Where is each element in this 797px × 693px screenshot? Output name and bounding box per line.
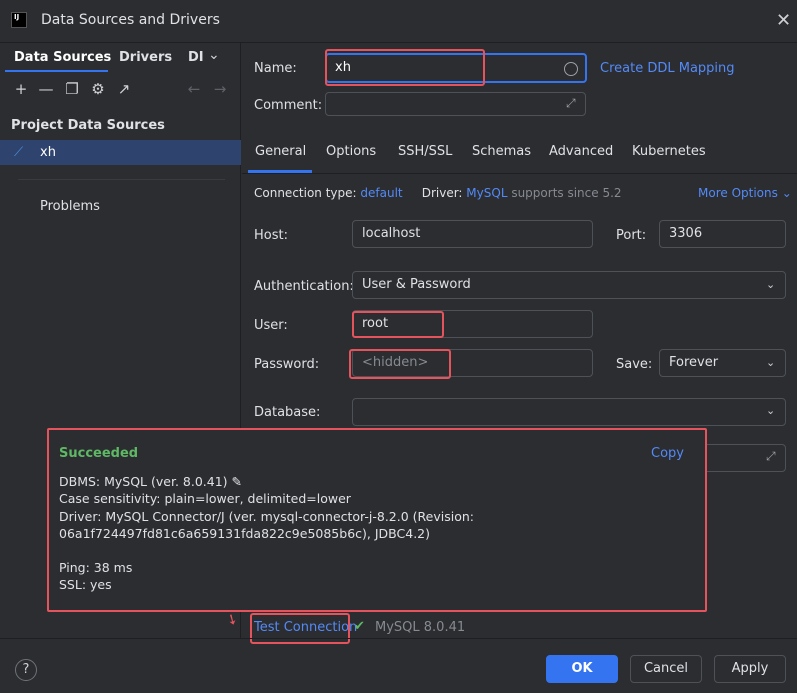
popup-status: Succeeded (59, 446, 139, 461)
color-circle-icon[interactable] (564, 62, 578, 76)
database-select[interactable] (352, 398, 786, 426)
chevron-down-icon[interactable]: ⌄ (208, 47, 220, 63)
save-label: Save: (616, 357, 653, 372)
window-title: Data Sources and Drivers (41, 12, 220, 28)
popup-line-dbms-text: DBMS: MySQL (ver. 8.0.41) (59, 474, 228, 489)
tab-truncated[interactable]: DI (188, 50, 204, 65)
popup-line-ping: Ping: 38 ms (59, 560, 133, 575)
active-tab-indicator (5, 70, 108, 72)
driver-label: Driver: (421, 186, 463, 200)
expand-icon[interactable]: ⤢ (566, 96, 576, 111)
more-options-label[interactable]: More Options (698, 186, 778, 200)
test-result-text: MySQL 8.0.41 (375, 620, 466, 635)
tab-schemas[interactable]: Schemas (472, 144, 531, 159)
add-icon[interactable]: + (12, 80, 30, 98)
popup-line-revision: 06a1f724497fd81c6a659131fda822c9e5085b6c… (59, 526, 430, 541)
popup-line-case: Case sensitivity: plain=lower, delimited… (59, 491, 351, 506)
duplicate-icon[interactable]: ❐ (63, 80, 81, 98)
authentication-select[interactable]: User & Password (352, 271, 786, 299)
check-icon: ✔ (354, 619, 365, 634)
cancel-button[interactable]: Cancel (630, 655, 702, 683)
name-label: Name: (254, 61, 297, 76)
test-connection-link[interactable]: Test Connection (254, 620, 357, 635)
expand-icon[interactable]: ⤢ (766, 449, 776, 464)
back-arrow-icon[interactable]: ← (185, 80, 203, 98)
tab-data-sources[interactable]: Data Sources (14, 50, 111, 65)
tab-ssh-ssl[interactable]: SSH/SSL (398, 144, 452, 159)
create-ddl-mapping-link[interactable]: Create DDL Mapping (600, 61, 735, 76)
remove-icon[interactable]: — (37, 80, 55, 98)
host-input[interactable]: localhost (352, 220, 593, 248)
tab-general[interactable]: General (255, 144, 306, 159)
section-title: Project Data Sources (11, 118, 165, 133)
highlight-password (349, 349, 451, 379)
chevron-down-icon: ⌄ (766, 356, 776, 369)
tab-kubernetes[interactable]: Kubernetes (632, 144, 706, 159)
popup-line-dbms: DBMS: MySQL (ver. 8.0.41) ✎ (59, 474, 242, 489)
database-label: Database: (254, 405, 321, 420)
divider (0, 638, 797, 639)
tab-drivers[interactable]: Drivers (119, 50, 172, 65)
password-label: Password: (254, 357, 320, 372)
divider (18, 179, 225, 180)
ok-button[interactable]: OK (546, 655, 618, 683)
chevron-down-icon: ⌄ (781, 186, 792, 200)
chevron-down-icon: ⌄ (766, 278, 776, 291)
settings-icon[interactable]: ⚙ (89, 80, 107, 98)
tab-options[interactable]: Options (326, 144, 376, 159)
apply-button[interactable]: Apply (714, 655, 786, 683)
more-options-link[interactable]: More Options ⌄ (698, 186, 792, 200)
app-logo-icon: IJ (11, 12, 27, 28)
help-icon[interactable]: ? (15, 659, 37, 681)
data-source-row[interactable] (0, 140, 241, 165)
open-external-icon[interactable]: ↗ (115, 80, 133, 98)
mysql-icon: ⟋ (14, 145, 24, 160)
user-label: User: (254, 318, 288, 333)
chevron-down-icon: ⌄ (766, 404, 776, 417)
driver-link[interactable]: MySQL (466, 186, 507, 200)
popup-line-ssl: SSL: yes (59, 577, 112, 592)
close-icon[interactable]: ✕ (776, 10, 791, 31)
highlight-user (352, 311, 444, 338)
data-source-label[interactable]: xh (40, 145, 56, 160)
problems-item[interactable]: Problems (40, 199, 100, 214)
driver-note: supports since 5.2 (511, 186, 622, 200)
popup-line-driver: Driver: MySQL Connector/J (ver. mysql-co… (59, 509, 474, 524)
connection-type-label: Connection type: (254, 186, 357, 200)
highlight-name (325, 49, 485, 86)
comment-label: Comment: (254, 98, 323, 113)
comment-input[interactable] (325, 92, 586, 116)
divider (242, 173, 797, 174)
authentication-label: Authentication: (254, 279, 354, 294)
forward-arrow-icon[interactable]: → (211, 80, 229, 98)
connection-type-link[interactable]: default (360, 186, 402, 200)
copy-link[interactable]: Copy (651, 446, 684, 461)
connection-info: Connection type: default Driver: MySQL s… (254, 186, 622, 200)
port-input[interactable]: 3306 (659, 220, 786, 248)
port-label: Port: (616, 228, 647, 243)
edit-icon[interactable]: ✎ (232, 474, 242, 489)
tab-advanced[interactable]: Advanced (549, 144, 613, 159)
host-label: Host: (254, 228, 288, 243)
